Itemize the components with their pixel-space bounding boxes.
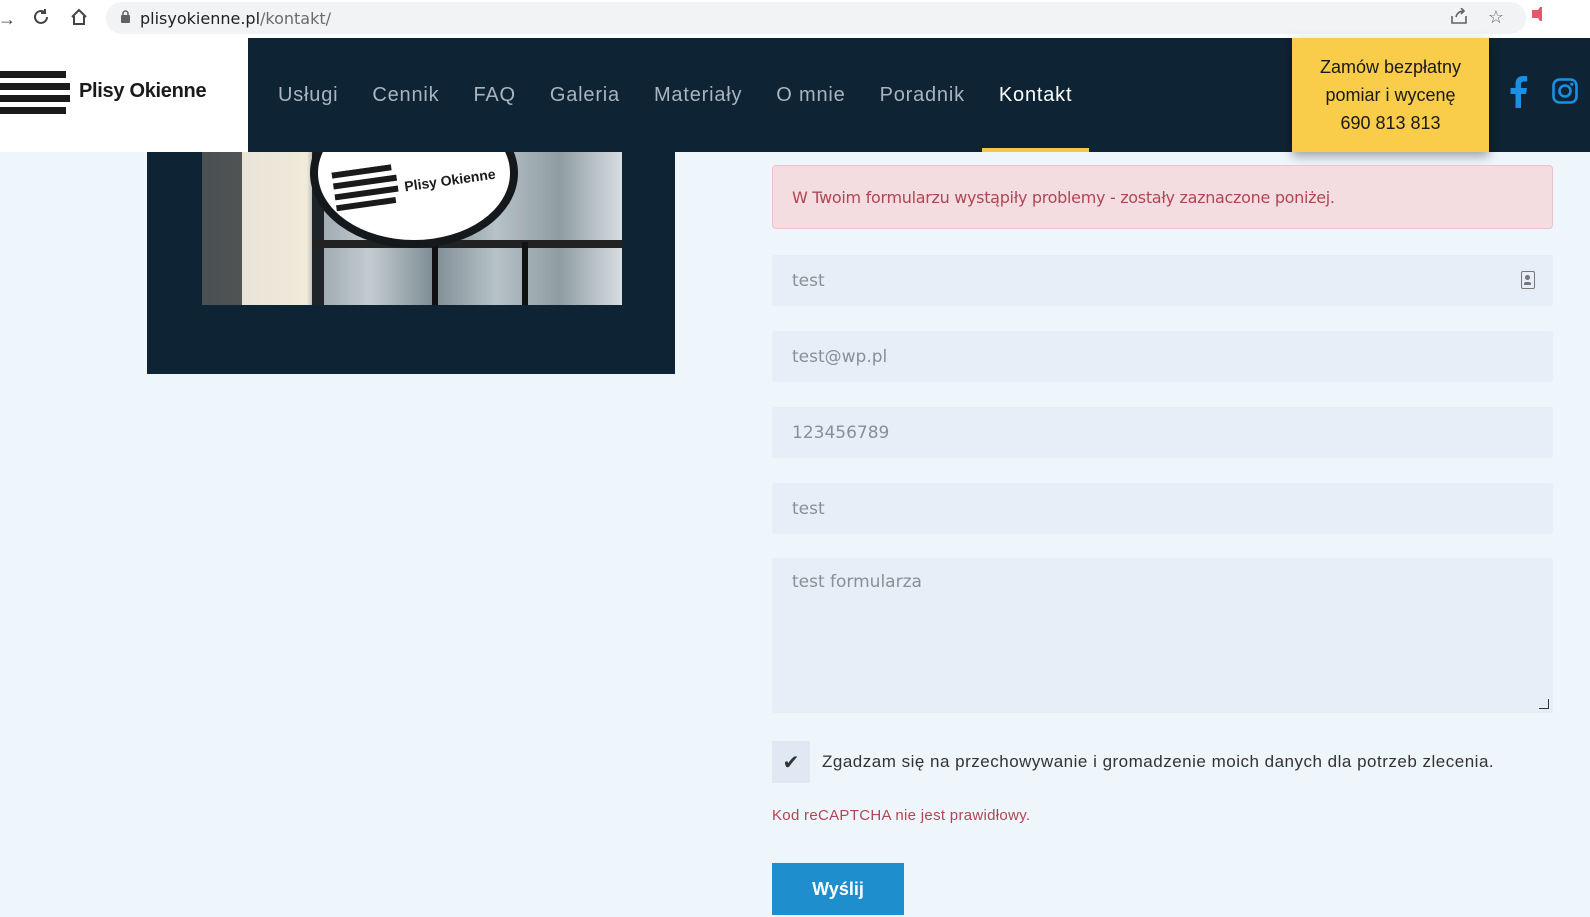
reload-icon[interactable] <box>26 2 56 32</box>
shop-photo-panel: Plisy Okienne <box>147 152 675 374</box>
email-field-value: test@wp.pl <box>792 346 888 367</box>
cta-line-2: pomiar i wycenę <box>1325 85 1456 105</box>
nav-poradnik[interactable]: Poradnik <box>880 38 965 152</box>
sign-logo-stripes-icon <box>331 164 399 212</box>
message-textarea[interactable]: test formularza <box>772 558 1553 713</box>
cta-phone: 690 813 813 <box>1340 113 1441 133</box>
phone-field[interactable]: 123456789 <box>772 407 1553 458</box>
subject-field-value: test <box>792 498 825 519</box>
submit-button[interactable]: Wyślij <box>772 863 904 915</box>
logo-text: Plisy Okienne <box>79 80 207 102</box>
contact-form: W Twoim formularzu wystąpiły problemy - … <box>772 165 1553 915</box>
home-icon[interactable] <box>64 2 94 32</box>
lock-icon <box>120 10 140 26</box>
phone-field-value: 123456789 <box>792 422 890 443</box>
main-nav: Usługi Cennik FAQ Galeria Materiały O mn… <box>278 38 1106 152</box>
nav-o-mnie[interactable]: O mnie <box>776 38 845 152</box>
logo-stripes-icon <box>0 71 70 114</box>
bookmark-star-icon[interactable]: ☆ <box>1488 7 1504 28</box>
nav-uslugi[interactable]: Usługi <box>278 38 338 152</box>
shop-sign: Plisy Okienne <box>310 152 518 248</box>
consent-label: Zgadzam się na przechowywanie i gromadze… <box>822 752 1495 771</box>
browser-toolbar: → plisyokienne.pl/kontakt/ ☆ <box>0 0 1590 38</box>
share-icon[interactable] <box>1450 7 1468 29</box>
shop-sign-photo: Plisy Okienne <box>202 152 622 305</box>
checkmark-icon: ✔ <box>782 751 800 774</box>
address-bar[interactable]: plisyokienne.pl/kontakt/ ☆ <box>106 2 1526 34</box>
instagram-icon[interactable] <box>1552 78 1578 104</box>
message-textarea-value: test formularza <box>792 572 922 592</box>
name-field[interactable]: test <box>772 255 1553 306</box>
extension-icon[interactable] <box>1530 6 1550 27</box>
nav-kontakt[interactable]: Kontakt <box>981 38 1090 152</box>
url-path: /kontakt/ <box>260 8 332 28</box>
order-measurement-button[interactable]: Zamów bezpłatny pomiar i wycenę 690 813 … <box>1292 38 1489 152</box>
nav-cennik[interactable]: Cennik <box>372 38 439 152</box>
forward-arrow-icon[interactable]: → <box>0 4 22 34</box>
form-error-alert: W Twoim formularzu wystąpiły problemy - … <box>772 165 1553 229</box>
name-field-value: test <box>792 270 825 291</box>
site-logo[interactable]: Plisy Okienne <box>0 38 248 152</box>
sign-text: Plisy Okienne <box>403 165 497 195</box>
nav-materialy[interactable]: Materiały <box>654 38 742 152</box>
nav-galeria[interactable]: Galeria <box>550 38 620 152</box>
url-host: plisyokienne.pl <box>140 8 261 28</box>
cta-line-1: Zamów bezpłatny <box>1319 57 1462 77</box>
nav-faq[interactable]: FAQ <box>473 38 515 152</box>
facebook-icon[interactable] <box>1508 76 1528 108</box>
subject-field[interactable]: test <box>772 483 1553 534</box>
resize-handle-icon[interactable] <box>1539 699 1549 709</box>
email-field[interactable]: test@wp.pl <box>772 331 1553 382</box>
site-header: Plisy Okienne Usługi Cennik FAQ Galeria … <box>0 38 1590 152</box>
contact-card-icon[interactable] <box>1521 271 1535 289</box>
consent-row: ✔ Zgadzam się na przechowywanie i gromad… <box>772 741 1494 783</box>
consent-checkbox[interactable]: ✔ <box>772 741 810 783</box>
recaptcha-error: Kod reCAPTCHA nie jest prawidłowy. <box>772 807 1031 824</box>
